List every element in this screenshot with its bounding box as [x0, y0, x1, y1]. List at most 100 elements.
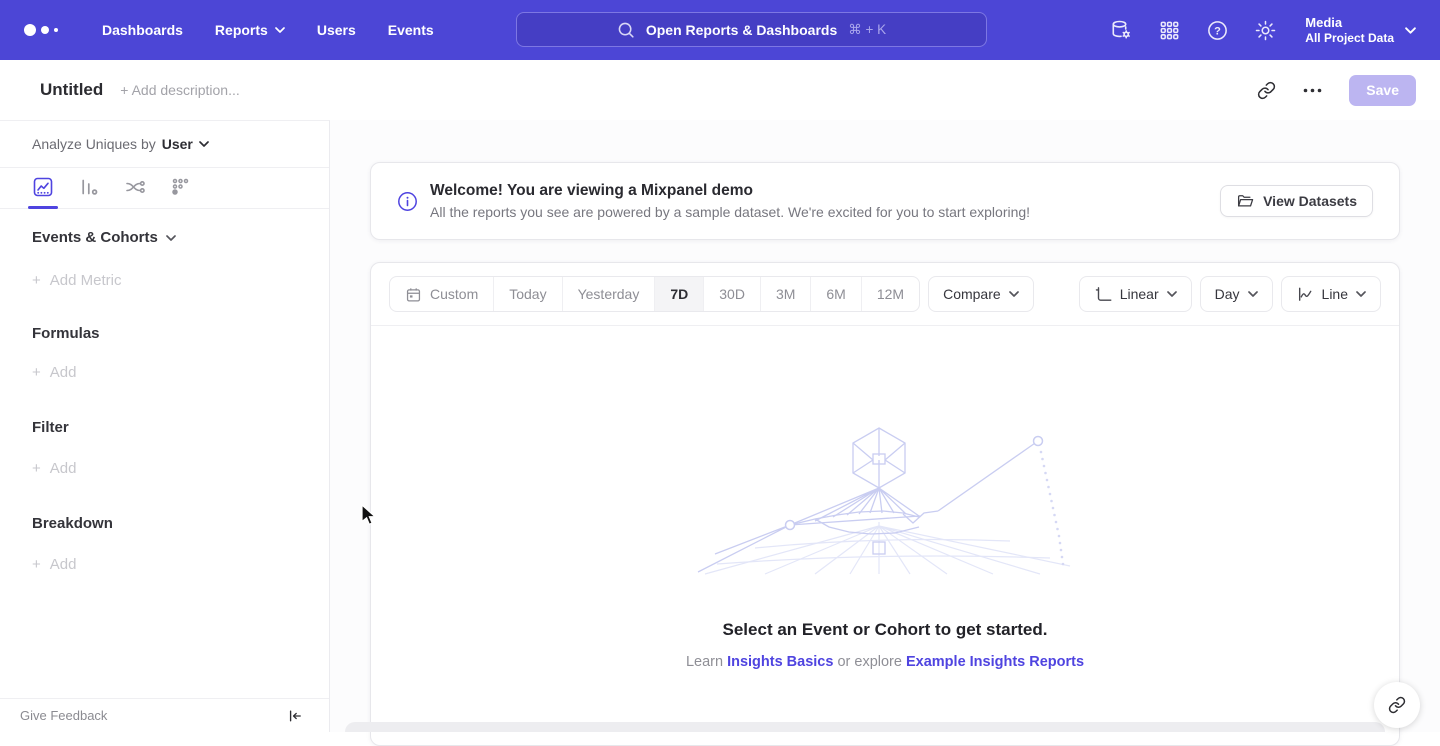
- top-navigation-bar: Dashboards Reports Users Events Open Rep…: [0, 0, 1440, 60]
- tab-retention[interactable]: [170, 176, 192, 209]
- range-yesterday[interactable]: Yesterday: [563, 277, 656, 311]
- events-cohorts-section[interactable]: Events & Cohorts: [32, 229, 329, 246]
- scale-dropdown[interactable]: Linear: [1079, 276, 1192, 312]
- info-icon: [397, 191, 418, 212]
- compare-label: Compare: [943, 286, 1001, 302]
- add-metric-button[interactable]: + Add Metric: [32, 272, 329, 289]
- save-button[interactable]: Save: [1349, 75, 1416, 106]
- formulas-title: Formulas: [32, 325, 100, 342]
- line-chart-tab-icon: [32, 176, 54, 198]
- add-formula-label: Add: [50, 364, 77, 381]
- chevron-down-icon: [1248, 291, 1258, 297]
- svg-text:?: ?: [1214, 25, 1221, 37]
- chart-type-dropdown[interactable]: Line: [1281, 276, 1381, 312]
- search-shortcut: ⌘ + K: [848, 22, 886, 38]
- mixpanel-logo[interactable]: [24, 24, 70, 36]
- add-breakdown-button[interactable]: + Add: [32, 556, 329, 573]
- plus-icon: +: [32, 460, 41, 477]
- global-search[interactable]: Open Reports & Dashboards ⌘ + K: [516, 12, 987, 47]
- plus-icon: +: [32, 272, 41, 289]
- chevron-down-icon: [199, 141, 209, 147]
- banner-subtitle: All the reports you see are powered by a…: [430, 204, 1030, 220]
- events-cohorts-title: Events & Cohorts: [32, 229, 158, 246]
- search-icon: [617, 21, 635, 39]
- chart-controls: Linear Day Line: [1079, 276, 1381, 312]
- hint-middle: or explore: [837, 654, 901, 670]
- filter-title: Filter: [32, 419, 69, 436]
- nav-users[interactable]: Users: [317, 22, 356, 38]
- add-filter-label: Add: [50, 460, 77, 477]
- link-icon: [1388, 696, 1406, 714]
- scale-label: Linear: [1120, 286, 1159, 302]
- example-reports-link[interactable]: Example Insights Reports: [906, 654, 1084, 670]
- banner-title: Welcome! You are viewing a Mixpanel demo: [430, 182, 1030, 200]
- range-3m[interactable]: 3M: [761, 277, 811, 311]
- add-formula-button[interactable]: + Add: [32, 364, 329, 381]
- breakdown-section: Breakdown: [32, 515, 329, 532]
- nav-events[interactable]: Events: [388, 22, 434, 38]
- nav-right-cluster: ? Media All Project Data: [1109, 15, 1416, 46]
- range-12m[interactable]: 12M: [862, 277, 919, 311]
- give-feedback-link[interactable]: Give Feedback: [20, 708, 107, 723]
- visualization-tabs: [0, 168, 329, 209]
- project-name: Media: [1305, 15, 1394, 31]
- query-builder-sidebar: Analyze Uniques by User Events & Cohorts…: [0, 120, 330, 732]
- help-icon[interactable]: ?: [1206, 19, 1229, 42]
- add-description-field[interactable]: + Add description...: [120, 82, 239, 98]
- logo-dot: [41, 26, 49, 34]
- add-breakdown-label: Add: [50, 556, 77, 573]
- collapse-left-icon: [287, 708, 303, 724]
- empty-state-hint: Learn Insights Basics or explore Example…: [371, 654, 1399, 670]
- share-link-fab[interactable]: [1374, 682, 1420, 728]
- formulas-section: Formulas: [32, 325, 329, 342]
- breakdown-title: Breakdown: [32, 515, 113, 532]
- hint-prefix: Learn: [686, 654, 723, 670]
- results-panel-edge[interactable]: [345, 722, 1385, 732]
- plus-icon: +: [32, 364, 41, 381]
- more-options-button[interactable]: [1303, 88, 1322, 93]
- flows-tab-icon: [124, 176, 146, 198]
- collapse-sidebar-button[interactable]: [287, 708, 303, 724]
- range-6m[interactable]: 6M: [811, 277, 861, 311]
- nav-dashboards[interactable]: Dashboards: [102, 22, 183, 38]
- range-7d[interactable]: 7D: [655, 277, 704, 311]
- analyze-unit-dropdown[interactable]: User: [162, 136, 209, 152]
- filter-section: Filter: [32, 419, 329, 436]
- view-datasets-button[interactable]: View Datasets: [1220, 185, 1373, 217]
- report-toolbar: Custom Today Yesterday 7D 30D 3M 6M 12M …: [371, 263, 1399, 326]
- compare-dropdown[interactable]: Compare: [928, 276, 1034, 312]
- logo-dot: [54, 28, 58, 32]
- chevron-down-icon: [1009, 291, 1019, 297]
- settings-gear-icon[interactable]: [1254, 19, 1277, 42]
- nav-reports[interactable]: Reports: [215, 22, 285, 38]
- add-filter-button[interactable]: + Add: [32, 460, 329, 477]
- insights-basics-link[interactable]: Insights Basics: [727, 654, 833, 670]
- apps-grid-icon[interactable]: [1158, 19, 1181, 42]
- empty-state-title: Select an Event or Cohort to get started…: [371, 620, 1399, 640]
- tab-insights-line[interactable]: [32, 176, 54, 209]
- line-chart-icon: [1296, 285, 1314, 303]
- interval-dropdown[interactable]: Day: [1200, 276, 1273, 312]
- range-custom[interactable]: Custom: [390, 277, 494, 311]
- copy-link-icon[interactable]: [1257, 81, 1276, 100]
- add-metric-label: Add Metric: [50, 272, 122, 289]
- report-title[interactable]: Untitled: [40, 80, 103, 100]
- demo-welcome-banner: Welcome! You are viewing a Mixpanel demo…: [370, 162, 1400, 240]
- main-content: Welcome! You are viewing a Mixpanel demo…: [330, 120, 1440, 732]
- report-header: Untitled + Add description... Save: [0, 60, 1440, 120]
- interval-label: Day: [1215, 286, 1240, 302]
- tab-flows[interactable]: [124, 176, 146, 209]
- chevron-down-icon: [1167, 291, 1177, 297]
- data-management-icon[interactable]: [1109, 18, 1133, 42]
- chevron-down-icon: [166, 235, 176, 241]
- ellipsis-icon: [1303, 88, 1322, 93]
- retention-tab-icon: [170, 176, 192, 198]
- plus-icon: +: [32, 556, 41, 573]
- range-today[interactable]: Today: [494, 277, 562, 311]
- range-30d[interactable]: 30D: [704, 277, 761, 311]
- analyze-row: Analyze Uniques by User: [0, 121, 329, 168]
- chevron-down-icon: [1405, 27, 1416, 34]
- calendar-icon: [405, 286, 422, 303]
- project-switcher[interactable]: Media All Project Data: [1305, 15, 1416, 46]
- tab-bar-chart[interactable]: [78, 176, 100, 209]
